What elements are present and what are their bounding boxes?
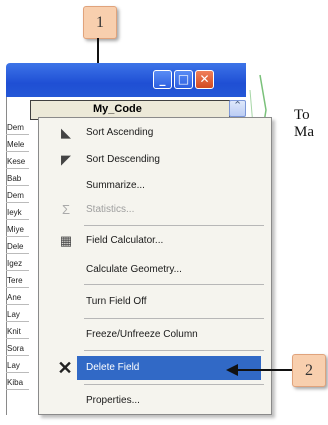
menu-item-label: Sort Ascending bbox=[86, 127, 154, 138]
table-row[interactable]: Ane bbox=[6, 292, 29, 305]
table-row[interactable]: Mele bbox=[6, 139, 29, 152]
menu-separator bbox=[84, 384, 264, 385]
sort-ascending-icon: ◣ bbox=[61, 125, 71, 140]
menu-item-label: Calculate Geometry... bbox=[86, 264, 182, 275]
menu-item-properties[interactable]: Properties... bbox=[39, 389, 271, 413]
table-row[interactable]: Ieyk bbox=[6, 207, 29, 220]
menu-item-statistics: Σ Statistics... bbox=[39, 198, 271, 222]
callout-2-arrowhead bbox=[226, 364, 238, 376]
callout-2-badge: 2 bbox=[292, 354, 326, 387]
menu-separator bbox=[84, 284, 264, 285]
table-row[interactable]: Kese bbox=[6, 156, 29, 169]
menu-item-summarize[interactable]: Summarize... bbox=[39, 174, 271, 198]
table-row[interactable]: Lay bbox=[6, 360, 29, 373]
menu-item-label: Turn Field Off bbox=[86, 296, 147, 307]
maximize-button[interactable]: □ bbox=[174, 70, 193, 89]
close-button[interactable]: ✕ bbox=[195, 70, 214, 89]
menu-item-label: Properties... bbox=[86, 395, 140, 406]
calculator-icon: ▦ bbox=[59, 233, 73, 248]
menu-item-label: Field Calculator... bbox=[86, 235, 164, 246]
callout-2-arrow bbox=[236, 369, 292, 371]
delete-x-icon: ✕ bbox=[57, 358, 73, 378]
sigma-icon: Σ bbox=[61, 202, 71, 217]
table-row[interactable]: Tere bbox=[6, 275, 29, 288]
table-row[interactable]: Bab bbox=[6, 173, 29, 186]
table-row[interactable]: Knit bbox=[6, 326, 29, 339]
table-row[interactable]: Sora bbox=[6, 343, 29, 356]
menu-item-field-calculator[interactable]: ▦ Field Calculator... bbox=[39, 229, 271, 253]
menu-item-turn-field-off[interactable]: Turn Field Off bbox=[39, 290, 271, 314]
menu-item-freeze-unfreeze-column[interactable]: Freeze/Unfreeze Column bbox=[39, 323, 271, 347]
sort-descending-icon: ◤ bbox=[61, 152, 71, 167]
side-text-line-2: Ma bbox=[294, 124, 314, 140]
menu-item-label: Summarize... bbox=[86, 180, 145, 191]
menu-separator bbox=[84, 225, 264, 226]
table-row[interactable]: Dele bbox=[6, 241, 29, 254]
table-row[interactable]: Miye bbox=[6, 224, 29, 237]
menu-item-label: Statistics... bbox=[86, 204, 135, 215]
menu-item-sort-ascending[interactable]: ◣ Sort Ascending bbox=[39, 121, 271, 145]
menu-item-sort-descending[interactable]: ◤ Sort Descending bbox=[39, 148, 271, 172]
window-titlebar[interactable]: _ □ ✕ bbox=[6, 63, 246, 97]
menu-item-label: Freeze/Unfreeze Column bbox=[86, 329, 198, 340]
minimize-button[interactable]: _ bbox=[153, 70, 172, 89]
table-row[interactable]: Igez bbox=[6, 258, 29, 271]
menu-item-calculate-geometry[interactable]: Calculate Geometry... bbox=[39, 258, 271, 282]
menu-separator bbox=[84, 318, 264, 319]
table-row[interactable]: Dem bbox=[6, 190, 29, 203]
table-row[interactable]: Lay bbox=[6, 309, 29, 322]
scroll-up-button[interactable]: ⌃ bbox=[229, 100, 246, 117]
table-row[interactable]: Dem bbox=[6, 122, 29, 135]
menu-item-label: Sort Descending bbox=[86, 154, 160, 165]
callout-1-badge: 1 bbox=[83, 6, 117, 39]
side-text-line-1: To bbox=[294, 107, 310, 123]
menu-separator bbox=[84, 350, 264, 351]
menu-item-label: Delete Field bbox=[86, 362, 140, 373]
table-row[interactable]: Kiba bbox=[6, 377, 29, 390]
